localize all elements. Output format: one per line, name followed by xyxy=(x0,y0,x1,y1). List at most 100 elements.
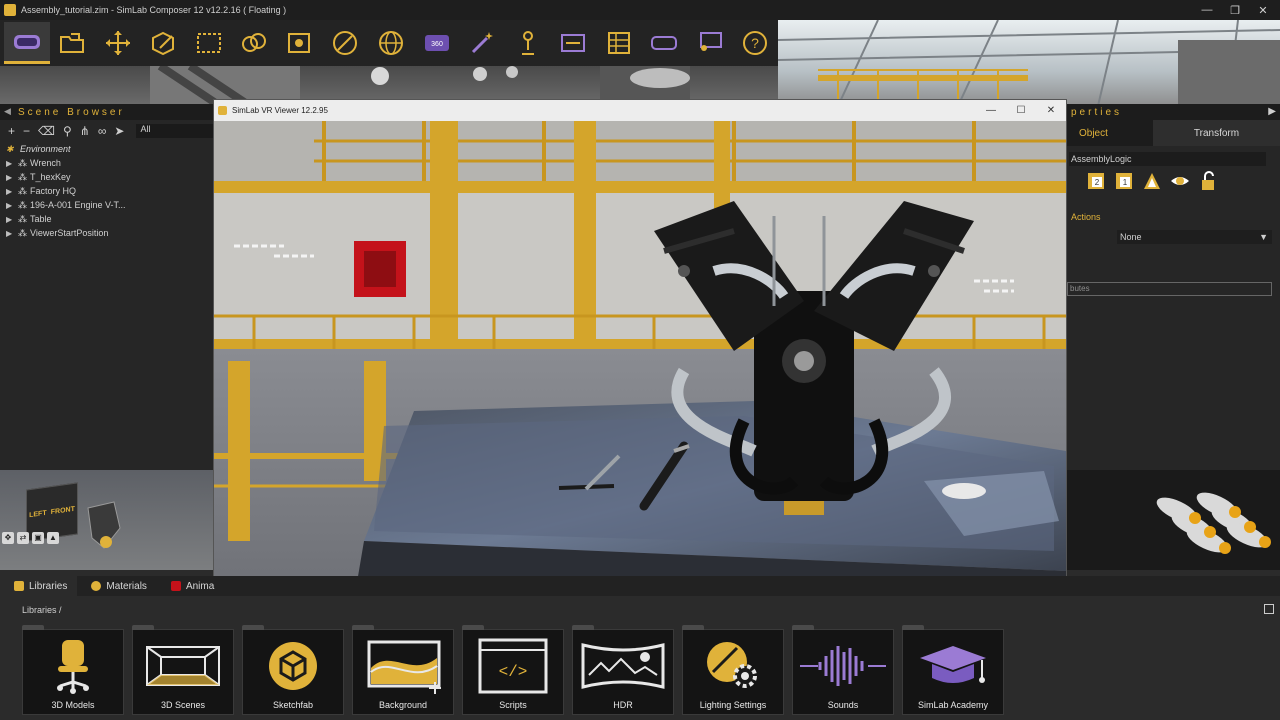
expand-icon[interactable]: ▶ xyxy=(6,173,18,182)
library-item-hdr[interactable]: HDR xyxy=(572,625,674,715)
help-tool[interactable]: ? xyxy=(733,22,779,64)
grid-tool[interactable] xyxy=(596,22,642,64)
add-icon[interactable]: + xyxy=(8,124,15,138)
library-item-scripts[interactable]: </> Scripts xyxy=(462,625,564,715)
sun-icon: ✱ xyxy=(6,143,14,154)
expand-icon[interactable]: ▶ xyxy=(6,201,18,210)
zoom-fit-icon[interactable]: ▣ xyxy=(32,532,44,544)
unlock-icon[interactable] xyxy=(1197,170,1219,192)
figure-tool[interactable] xyxy=(505,22,551,64)
tab-animations[interactable]: Anima xyxy=(157,576,224,596)
expand-icon[interactable]: ▶ xyxy=(6,215,18,224)
tree-item[interactable]: ▶ ⁂ Table xyxy=(6,212,213,226)
lighting-gear-icon xyxy=(707,642,757,688)
tab-materials[interactable]: Materials xyxy=(77,576,157,596)
properties-header: perties ▶ xyxy=(1067,104,1280,120)
library-item-background[interactable]: Background xyxy=(352,625,454,715)
library-item-sketchfab[interactable]: Sketchfab xyxy=(242,625,344,715)
window-title: Assembly_tutorial.zim - SimLab Composer … xyxy=(21,5,287,15)
svg-text:</>: </> xyxy=(499,663,528,681)
move-tool[interactable] xyxy=(95,22,141,64)
pan-icon[interactable]: ⇄ xyxy=(17,532,29,544)
nav-buttons: ✥ ⇄ ▣ ▲ xyxy=(2,532,59,544)
select-tool[interactable] xyxy=(186,22,232,64)
svg-text:?: ? xyxy=(751,35,759,51)
eraser-icon[interactable]: ⌫ xyxy=(38,124,55,138)
effects-tool[interactable] xyxy=(459,22,505,64)
room-icon xyxy=(146,646,220,686)
node-icon: ⁂ xyxy=(18,227,27,238)
tree-item[interactable]: ▶ ⁂ Wrench xyxy=(6,156,213,170)
library-item-lighting-settings[interactable]: Lighting Settings xyxy=(682,625,784,715)
vr-goggles-tool[interactable] xyxy=(641,22,687,64)
environment-tool[interactable] xyxy=(368,22,414,64)
tab-libraries[interactable]: Libraries xyxy=(0,576,78,596)
expand-icon[interactable]: ▶ xyxy=(6,229,18,238)
action-dropdown[interactable]: None ▼ xyxy=(1117,230,1272,244)
edit-tool[interactable] xyxy=(141,22,187,64)
library-item-3d-scenes[interactable]: 3D Scenes xyxy=(132,625,234,715)
collapse-left-icon[interactable]: ◀ xyxy=(4,106,11,117)
tree-item-label: Factory HQ xyxy=(30,186,77,196)
hierarchy-icon[interactable]: ⋔ xyxy=(80,124,90,138)
panorama-tool[interactable]: 360 xyxy=(414,22,460,64)
material-tool[interactable] xyxy=(323,22,369,64)
cube-face-left[interactable]: LEFT xyxy=(29,509,47,518)
vr-close-button[interactable]: ✕ xyxy=(1036,100,1066,121)
edit-cube-icon xyxy=(152,31,175,56)
filter-dropdown[interactable]: All xyxy=(136,124,213,138)
triangle-icon[interactable] xyxy=(1141,170,1163,192)
library-tabs: Libraries Materials Anima xyxy=(0,576,1280,596)
tree-item-label: Table xyxy=(30,214,52,224)
expand-icon[interactable]: ▶ xyxy=(6,187,18,196)
navigation-viewport[interactable]: LEFT FRONT ✥ ⇄ ▣ ▲ xyxy=(0,470,214,570)
vr-scene-viewport[interactable] xyxy=(214,121,1066,600)
node-icon: ⁂ xyxy=(18,185,27,196)
binoculars-icon[interactable]: ∞ xyxy=(98,124,107,138)
pattern-tool[interactable] xyxy=(232,22,278,64)
number-1-icon[interactable]: 1 xyxy=(1113,170,1135,192)
presenter-icon xyxy=(699,32,722,51)
library-item-label: Background xyxy=(378,700,428,710)
expand-icon[interactable]: ▶ xyxy=(6,159,18,168)
tree-item[interactable]: ▶ ⁂ Factory HQ xyxy=(6,184,213,198)
tree-item[interactable]: ▶ ⁂ ViewerStartPosition xyxy=(6,226,213,240)
search-icon[interactable]: ⚲ xyxy=(63,124,72,138)
scene-browser-panel: ◀ Scene Browser + − ⌫ ⚲ ⋔ ∞ ➤ All ✱ Envi… xyxy=(0,104,214,470)
camera-tool[interactable] xyxy=(277,22,323,64)
number-2-icon[interactable]: 2 xyxy=(1085,170,1107,192)
library-item-sounds[interactable]: Sounds xyxy=(792,625,894,715)
tree-item-environment[interactable]: ✱ Environment xyxy=(6,142,213,156)
presenter-tool[interactable] xyxy=(687,22,733,64)
tree-item-label: T_hexKey xyxy=(30,172,71,182)
sequence-icon xyxy=(561,34,586,52)
tree-item[interactable]: ▶ ⁂ 196-A-001 Engine V-T... xyxy=(6,198,213,212)
tab-object[interactable]: Object xyxy=(1067,120,1153,146)
pointer-icon[interactable]: ➤ xyxy=(114,124,124,138)
sketchfab-icon xyxy=(269,642,317,690)
close-button[interactable]: ✕ xyxy=(1246,0,1280,20)
vr-minimize-button[interactable]: — xyxy=(976,100,1006,121)
open-tool[interactable] xyxy=(50,22,96,64)
vr-maximize-button[interactable]: ☐ xyxy=(1006,100,1036,121)
remove-icon[interactable]: − xyxy=(23,124,30,138)
eye-icon[interactable] xyxy=(1169,170,1191,192)
tab-transform[interactable]: Transform xyxy=(1153,120,1280,146)
collapse-right-icon[interactable]: ▶ xyxy=(1268,106,1276,117)
tree-item-label: Wrench xyxy=(30,158,61,168)
attributes-field[interactable]: butes xyxy=(1067,282,1272,296)
material-icon xyxy=(333,31,358,55)
library-item-simlab-academy[interactable]: SimLab Academy xyxy=(902,625,1004,715)
breadcrumb[interactable]: Libraries / xyxy=(22,605,62,615)
library-item-3d-models[interactable]: 3D Models xyxy=(22,625,124,715)
panel-options-icon[interactable] xyxy=(1264,604,1274,614)
orbit-icon[interactable]: ✥ xyxy=(2,532,14,544)
object-name-field[interactable]: AssemblyLogic xyxy=(1069,152,1266,166)
vr-headset-tool[interactable] xyxy=(4,22,50,64)
main-toolbar: 360 ? xyxy=(0,20,778,66)
tree-item[interactable]: ▶ ⁂ T_hexKey xyxy=(6,170,213,184)
cube-face-front[interactable]: FRONT xyxy=(51,505,75,515)
sequence-tool[interactable] xyxy=(550,22,596,64)
nav-up-icon[interactable]: ▲ xyxy=(47,532,59,544)
globe-icon xyxy=(379,31,404,55)
